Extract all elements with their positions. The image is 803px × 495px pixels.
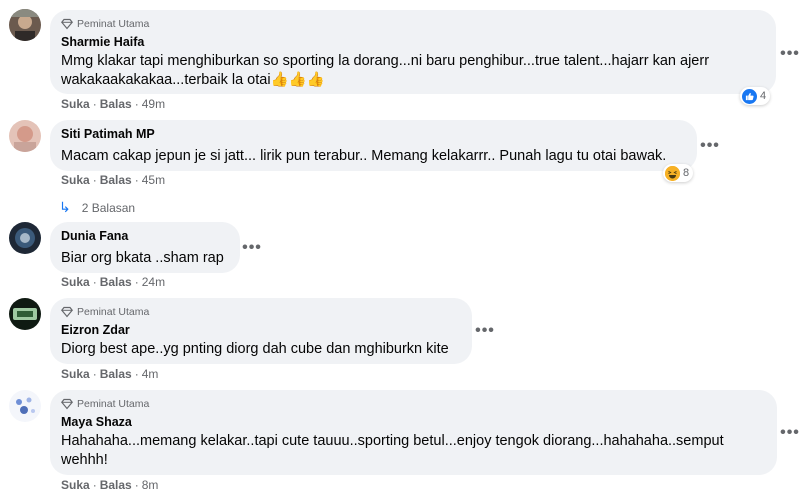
comment-text: Macam cakap jepun je si jatt... lirik pu…	[61, 148, 667, 164]
comment-actions: Suka · Balas · 24m	[61, 275, 166, 289]
avatar[interactable]	[9, 390, 41, 422]
like-reaction-icon	[742, 88, 757, 104]
top-fan-badge: Peminat Utama	[61, 17, 764, 30]
comment-text: Diorg best ape..yg pnting diorg dah cube…	[61, 341, 449, 357]
reply-button[interactable]: Balas	[100, 478, 132, 492]
more-options-icon[interactable]: •••	[240, 236, 264, 260]
diamond-icon	[61, 306, 73, 317]
comment-actions: Suka · Balas · 45m	[61, 173, 166, 187]
reaction-summary[interactable]: 8	[663, 164, 694, 182]
like-button[interactable]: Suka	[61, 173, 90, 187]
like-button[interactable]: Suka	[61, 478, 90, 492]
avatar[interactable]	[9, 9, 41, 41]
like-button[interactable]: Suka	[61, 275, 90, 289]
comment-text: Biar org bkata ..sham rap	[61, 250, 224, 266]
like-button[interactable]: Suka	[61, 367, 90, 381]
like-button[interactable]: Suka	[61, 97, 90, 111]
comment-author[interactable]: Sharmie Haifa	[61, 35, 764, 50]
reply-button[interactable]: Balas	[100, 275, 132, 289]
avatar[interactable]	[9, 120, 41, 152]
avatar[interactable]	[9, 298, 41, 330]
timestamp[interactable]: 8m	[142, 478, 159, 492]
timestamp[interactable]: 49m	[142, 97, 165, 111]
badge-label: Peminat Utama	[77, 397, 150, 410]
reply-button[interactable]: Balas	[100, 367, 132, 381]
timestamp[interactable]: 45m	[142, 173, 165, 187]
timestamp[interactable]: 24m	[142, 275, 165, 289]
reaction-count: 4	[760, 90, 767, 102]
badge-label: Peminat Utama	[77, 305, 150, 318]
avatar[interactable]	[9, 222, 41, 254]
reaction-count: 8	[683, 167, 690, 179]
reaction-summary[interactable]: 4	[740, 87, 771, 105]
comment-bubble: Dunia Fana Biar org bkata ..sham rap	[50, 222, 240, 273]
reply-button[interactable]: Balas	[100, 97, 132, 111]
comment-actions: Suka · Balas · 8m	[61, 478, 159, 492]
comment-text: Mmg klakar tapi menghiburkan so sporting…	[61, 53, 710, 88]
comment-author[interactable]: Dunia Fana	[61, 229, 228, 244]
haha-reaction-icon	[665, 165, 680, 181]
diamond-icon	[61, 398, 73, 409]
more-options-icon[interactable]: •••	[473, 319, 497, 343]
comment-text: Hahahaha...memang kelakar..tapi cute tau…	[61, 433, 724, 468]
more-options-icon[interactable]: •••	[778, 421, 802, 445]
comment-actions: Suka · Balas · 49m	[61, 97, 166, 111]
comment-author[interactable]: Maya Shaza	[61, 415, 765, 430]
badge-label: Peminat Utama	[77, 17, 150, 30]
top-fan-badge: Peminat Utama	[61, 305, 460, 318]
comment-bubble: Siti Patimah MP Macam cakap jepun je si …	[50, 120, 697, 171]
comment-bubble: Peminat Utama Sharmie Haifa Mmg klakar t…	[50, 10, 776, 94]
comment-author[interactable]: Eizron Zdar	[61, 323, 460, 338]
comment-actions: Suka · Balas · 4m	[61, 367, 159, 381]
comment-bubble: Peminat Utama Eizron Zdar Diorg best ape…	[50, 298, 472, 364]
more-options-icon[interactable]: •••	[778, 42, 802, 66]
replies-count: 2 Balasan	[81, 200, 136, 215]
reply-arrow-icon: ↳	[59, 199, 71, 215]
more-options-icon[interactable]: •••	[698, 134, 722, 158]
top-fan-badge: Peminat Utama	[61, 397, 765, 410]
view-replies-link[interactable]: ↳ 2 Balasan	[59, 199, 135, 216]
comment-bubble: Peminat Utama Maya Shaza Hahahaha...mema…	[50, 390, 777, 475]
timestamp[interactable]: 4m	[142, 367, 159, 381]
diamond-icon	[61, 18, 73, 29]
comment-author[interactable]: Siti Patimah MP	[61, 127, 685, 142]
reply-button[interactable]: Balas	[100, 173, 132, 187]
